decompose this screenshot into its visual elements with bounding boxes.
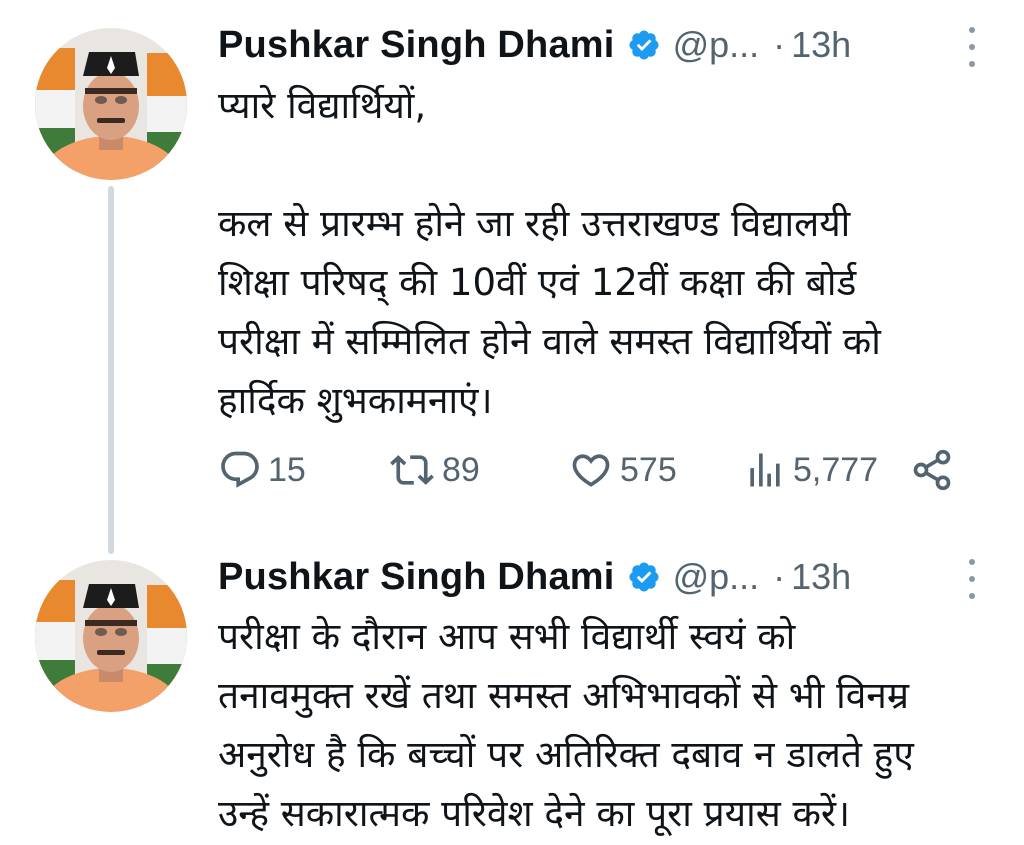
verified-badge-icon: [627, 560, 661, 594]
repost-button[interactable]: 89: [388, 448, 480, 492]
views-button[interactable]: 5,777: [743, 448, 878, 492]
tweet-line: परीक्षा के दौरान आप सभी विद्यार्थी स्वयं…: [218, 615, 796, 658]
like-count: 575: [620, 450, 677, 489]
timestamp[interactable]: 13h: [791, 24, 851, 66]
like-button[interactable]: 575: [568, 448, 677, 492]
views-icon: [743, 448, 793, 492]
share-button[interactable]: [910, 448, 960, 492]
author-name[interactable]: Pushkar Singh Dhami: [218, 556, 615, 599]
tweet-line: प्यारे विद्यार्थियों,: [218, 84, 427, 127]
reply-count: 15: [268, 450, 306, 489]
reply-button[interactable]: 15: [218, 448, 306, 492]
tweet-line: कल से प्रारम्भ होने जा रही उत्तराखण्ड वि…: [218, 202, 851, 245]
author-name[interactable]: Pushkar Singh Dhami: [218, 24, 615, 67]
heart-icon: [568, 448, 620, 492]
avatar[interactable]: [35, 28, 187, 180]
tweet-header: Pushkar Singh Dhami @p... · 13h: [218, 15, 984, 75]
timestamp[interactable]: 13h: [791, 556, 851, 598]
tweet-line: शिक्षा परिषद् की 10वीं एवं 12वीं कक्षा क…: [218, 261, 857, 304]
tweet[interactable]: Pushkar Singh Dhami @p... · 13h प्यारे व…: [0, 0, 1024, 540]
tweet-line: तनावमुक्त रखें तथा समस्त अभिभावकों से भी…: [218, 674, 909, 717]
reply-icon: [218, 448, 268, 492]
tweet-text: परीक्षा के दौरान आप सभी विद्यार्थी स्वयं…: [218, 607, 988, 843]
separator-dot: ·: [773, 556, 786, 597]
tweet-actions: 15 89 575 5,777: [218, 440, 958, 500]
author-handle[interactable]: @p...: [673, 24, 760, 66]
view-count: 5,777: [793, 450, 879, 489]
thread: Pushkar Singh Dhami @p... · 13h प्यारे व…: [0, 0, 1024, 845]
verified-badge-icon: [627, 28, 661, 62]
share-icon: [910, 448, 960, 492]
repost-count: 89: [442, 450, 480, 489]
separator-dot: ·: [773, 24, 786, 65]
tweet-text: प्यारे विद्यार्थियों, कल से प्रारम्भ होन…: [218, 76, 988, 430]
tweet-line: अनुरोध है कि बच्चों पर अतिरिक्त दबाव न ड…: [218, 733, 914, 776]
tweet-header: Pushkar Singh Dhami @p... · 13h: [218, 547, 984, 607]
more-vertical-icon[interactable]: [960, 559, 984, 599]
more-vertical-icon[interactable]: [960, 27, 984, 67]
repost-icon: [388, 448, 442, 492]
author-handle[interactable]: @p...: [673, 556, 760, 598]
tweet-line: हार्दिक शुभकामनाएं।: [218, 379, 493, 422]
tweet[interactable]: Pushkar Singh Dhami @p... · 13h परीक्षा …: [0, 545, 1024, 845]
tweet-line: उन्हें सकारात्मक परिवेश देने का पूरा प्र…: [218, 792, 851, 835]
tweet-line: परीक्षा में सम्मिलित होने वाले समस्त विद…: [218, 320, 881, 363]
avatar[interactable]: [35, 560, 187, 712]
